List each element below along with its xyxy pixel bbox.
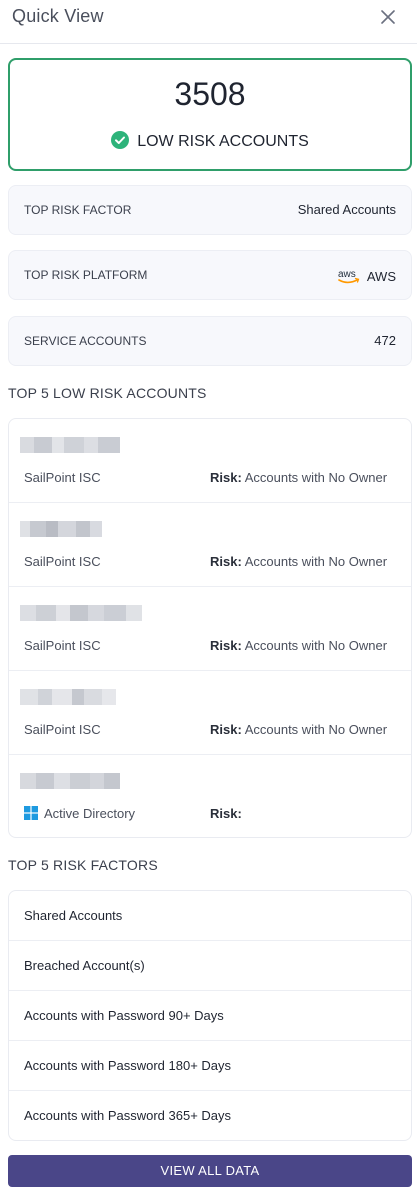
- account-risk: Risk: Accounts with No Owner: [210, 554, 387, 569]
- service-accounts-card: SERVICE ACCOUNTS 472: [8, 316, 412, 366]
- low-risk-count: 3508: [174, 76, 246, 112]
- check-circle-icon: [111, 131, 130, 149]
- account-row[interactable]: SailPoint ISC Risk: Accounts with No Own…: [9, 587, 411, 671]
- account-risk: Risk:: [210, 806, 242, 821]
- account-platform: SailPoint ISC: [24, 470, 101, 485]
- risk-value: Accounts with No Owner: [244, 554, 388, 569]
- risk-factor-row[interactable]: Breached Account(s): [9, 941, 411, 991]
- risk-label: Risk:: [210, 638, 242, 653]
- account-platform: SailPoint ISC: [24, 554, 101, 569]
- top-risk-factor-card: TOP RISK FACTOR Shared Accounts: [8, 185, 412, 235]
- service-accounts-value: 472: [374, 333, 396, 348]
- top-accounts-title: TOP 5 LOW RISK ACCOUNTS: [8, 385, 207, 401]
- account-platform: SailPoint ISC: [24, 638, 101, 653]
- low-risk-status: LOW RISK ACCOUNTS: [10, 131, 410, 151]
- account-platform: Active Directory: [24, 806, 135, 821]
- service-accounts-label: SERVICE ACCOUNTS: [24, 334, 147, 348]
- risk-label: Risk:: [210, 806, 242, 821]
- risk-factor-row[interactable]: Accounts with Password 90+ Days: [9, 991, 411, 1041]
- low-risk-summary-card: 3508 LOW RISK ACCOUNTS: [8, 58, 412, 171]
- account-row[interactable]: SailPoint ISC Risk: Accounts with No Own…: [9, 419, 411, 503]
- risk-factor-row[interactable]: Shared Accounts: [9, 891, 411, 941]
- risk-factors-title: TOP 5 RISK FACTORS: [8, 857, 158, 873]
- close-icon[interactable]: [377, 6, 399, 28]
- risk-factor-label: Accounts with Password 180+ Days: [24, 1058, 232, 1073]
- risk-label: Risk:: [210, 554, 242, 569]
- account-row[interactable]: SailPoint ISC Risk: Accounts with No Own…: [9, 671, 411, 755]
- top-risk-factor-value: Shared Accounts: [297, 202, 396, 217]
- account-risk: Risk: Accounts with No Owner: [210, 638, 387, 653]
- panel-title: Quick View: [12, 6, 104, 26]
- risk-label: Risk:: [210, 470, 242, 485]
- svg-text:aws: aws: [338, 269, 356, 280]
- risk-value: Accounts with No Owner: [244, 470, 388, 485]
- account-name-redacted: [20, 689, 116, 705]
- account-row[interactable]: SailPoint ISC Risk: Accounts with No Own…: [9, 503, 411, 587]
- windows-icon: [24, 806, 38, 820]
- account-risk: Risk: Accounts with No Owner: [210, 470, 387, 485]
- account-platform: SailPoint ISC: [24, 722, 101, 737]
- account-name-redacted: [20, 437, 120, 453]
- risk-factors-list: Shared Accounts Breached Account(s) Acco…: [8, 890, 412, 1141]
- risk-factor-label: Accounts with Password 90+ Days: [24, 1008, 224, 1023]
- low-risk-status-label: LOW RISK ACCOUNTS: [137, 133, 309, 150]
- top-accounts-list: SailPoint ISC Risk: Accounts with No Own…: [8, 418, 412, 838]
- risk-factor-label: Breached Account(s): [24, 958, 145, 973]
- risk-value: Accounts with No Owner: [244, 638, 388, 653]
- account-name-redacted: [20, 521, 102, 537]
- account-name-redacted: [20, 605, 142, 621]
- risk-value: Accounts with No Owner: [244, 722, 388, 737]
- account-risk: Risk: Accounts with No Owner: [210, 722, 387, 737]
- risk-factor-label: Shared Accounts: [24, 908, 123, 923]
- top-risk-factor-label: TOP RISK FACTOR: [24, 203, 132, 217]
- risk-factor-row[interactable]: Accounts with Password 180+ Days: [9, 1041, 411, 1091]
- risk-factor-label: Accounts with Password 365+ Days: [24, 1108, 232, 1123]
- top-risk-platform-card: TOP RISK PLATFORM aws AWS: [8, 250, 412, 300]
- quick-view-header: Quick View: [0, 0, 417, 44]
- top-risk-platform-value-wrap: aws AWS: [337, 267, 396, 288]
- top-risk-platform-value: AWS: [366, 268, 396, 284]
- account-row[interactable]: Active Directory Risk:: [9, 755, 411, 837]
- account-name-redacted: [20, 773, 120, 789]
- account-platform-label: Active Directory: [44, 806, 136, 821]
- view-all-data-button[interactable]: VIEW ALL DATA: [8, 1155, 412, 1187]
- top-risk-platform-label: TOP RISK PLATFORM: [24, 268, 148, 282]
- risk-factor-row[interactable]: Accounts with Password 365+ Days: [9, 1091, 411, 1140]
- risk-label: Risk:: [210, 722, 242, 737]
- aws-logo-icon: aws: [337, 267, 361, 288]
